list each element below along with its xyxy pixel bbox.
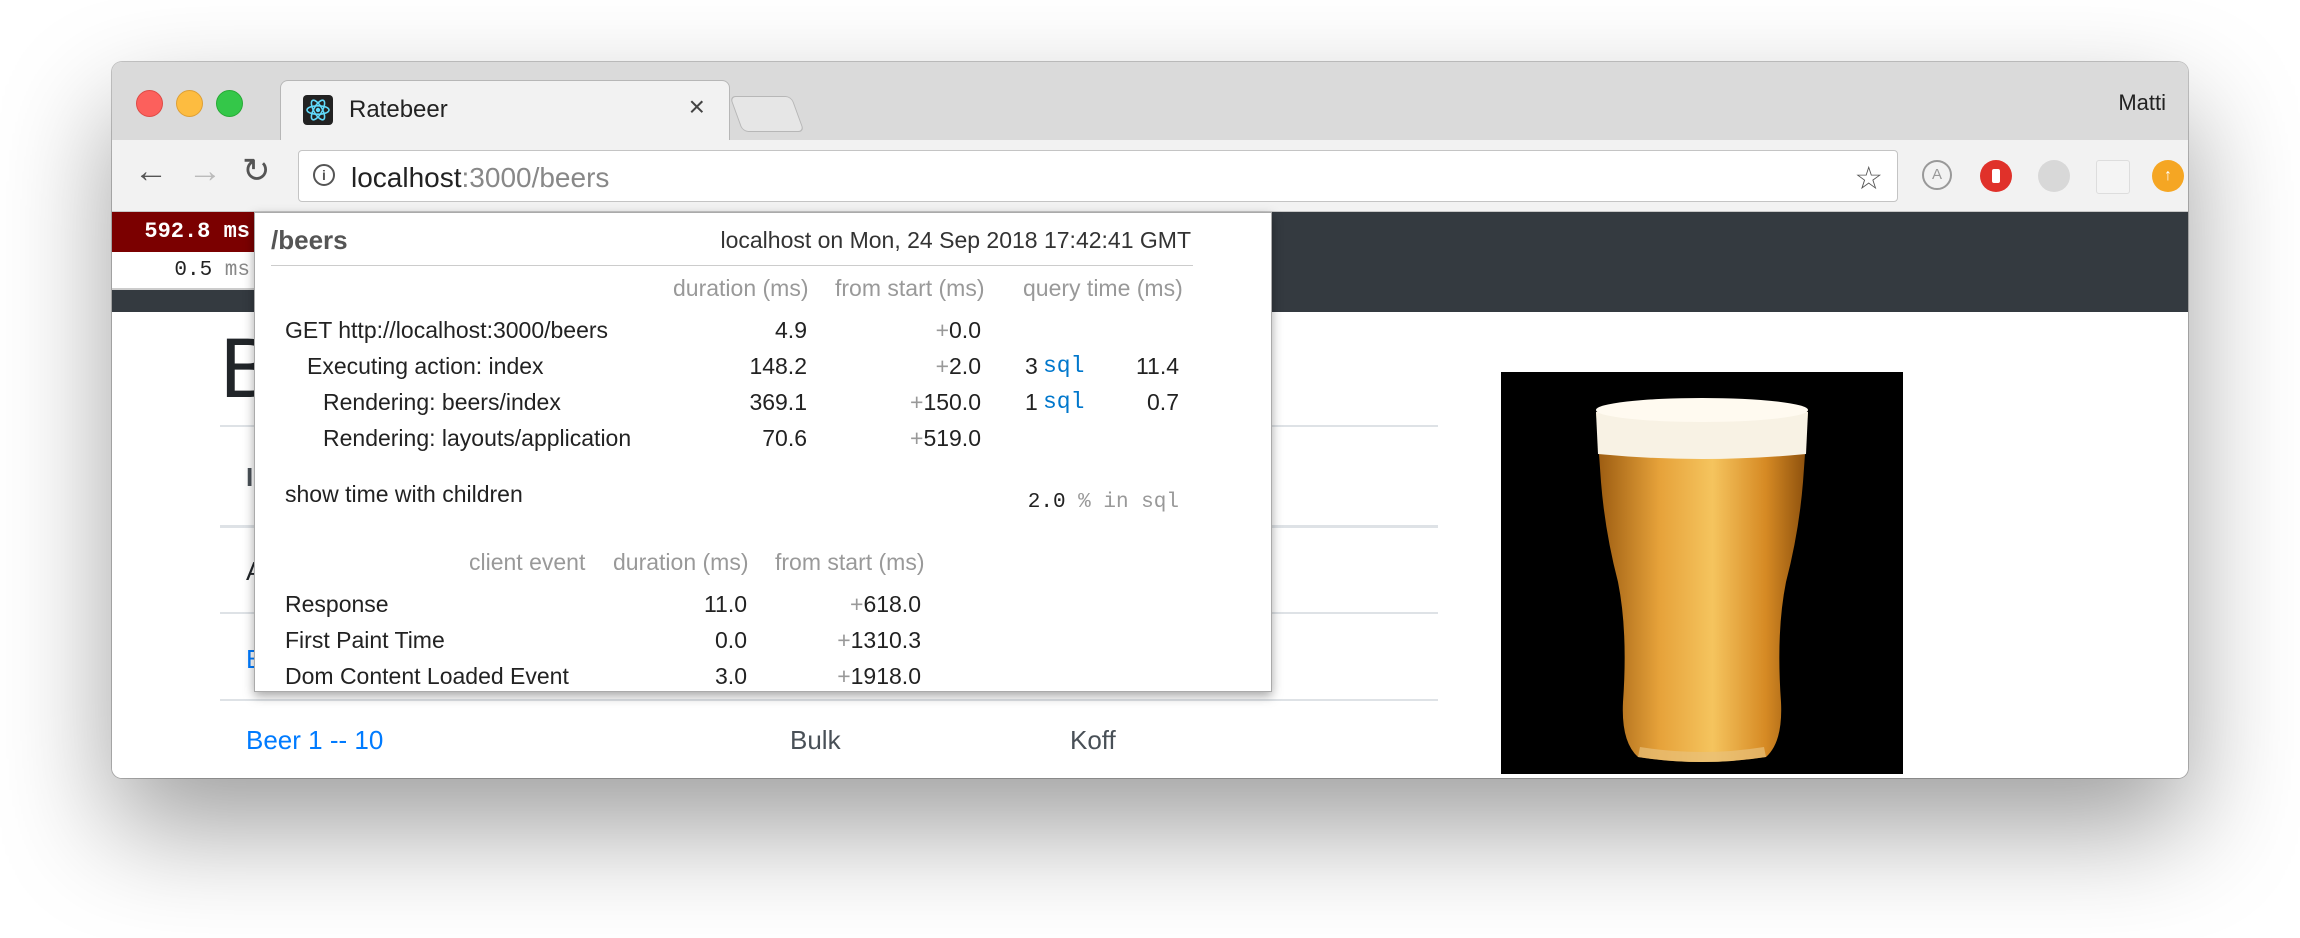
timing-duration: 148.2 <box>749 353 807 379</box>
client-event-start: +1918.0 <box>837 663 921 689</box>
sql-percentage: 2.0 % in sql <box>1027 491 1179 514</box>
client-event-start: +1310.3 <box>837 627 921 653</box>
sql-count: 3 <box>1025 353 1038 379</box>
beer-link-beer-1-10[interactable]: Beer 1 -- 10 <box>246 725 383 756</box>
timing-label: Rendering: layouts/application <box>323 425 632 451</box>
profiler-secondary-time-badge[interactable]: 0.5 ms <box>112 252 260 290</box>
client-event-duration: 11.0 <box>703 591 747 617</box>
close-window-button[interactable] <box>136 90 163 117</box>
browser-window: Ratebeer × Matti ← → ↻ i localhost:3000/… <box>112 62 2188 778</box>
tab-ratebeer[interactable]: Ratebeer × <box>280 80 730 141</box>
beer-style-cell: Bulk <box>790 725 841 755</box>
divider <box>220 699 1438 701</box>
tab-title: Ratebeer <box>349 96 448 123</box>
timing-start: +2.0 <box>935 353 981 379</box>
timing-duration: 4.9 <box>775 317 807 343</box>
client-from-start-header: from start (ms) <box>775 549 925 575</box>
query-time: 11.4 <box>1135 353 1179 379</box>
timing-duration: 70.6 <box>762 425 807 451</box>
tab-strip: Ratebeer × Matti <box>112 62 2188 141</box>
adblock-extension-icon[interactable] <box>1980 160 2012 192</box>
sql-link[interactable]: sql <box>1043 389 1084 415</box>
browser-toolbar: ← → ↻ i localhost:3000/beers ☆ A ↑ <box>112 140 2188 212</box>
client-event-label: Dom Content Loaded Event <box>285 663 569 689</box>
profiler-total-time-badge[interactable]: 592.8 ms <box>112 212 260 252</box>
react-favicon-icon <box>303 95 333 125</box>
timing-start: +0.0 <box>935 317 981 343</box>
profiler-popup: /beers localhost on Mon, 24 Sep 2018 17:… <box>254 212 1272 692</box>
timing-label: Rendering: beers/index <box>323 389 561 415</box>
from-start-header: from start (ms) <box>835 275 985 301</box>
profiler-host-info: localhost on Mon, 24 Sep 2018 17:42:41 G… <box>720 227 1191 253</box>
timing-start: +519.0 <box>910 425 981 451</box>
client-event-duration: 3.0 <box>715 663 747 689</box>
client-event-start: +618.0 <box>850 591 921 617</box>
client-event-duration: 0.0 <box>715 627 747 653</box>
site-info-icon[interactable]: i <box>313 164 335 186</box>
beer-glass-image <box>1501 372 1903 774</box>
update-arrow-icon[interactable]: ↑ <box>2152 160 2184 192</box>
client-event-header: client event <box>469 549 586 575</box>
tab-close-icon[interactable]: × <box>689 93 705 121</box>
url-text[interactable]: localhost:3000/beers <box>351 162 609 194</box>
brewery-cell: Koff <box>1070 725 1116 755</box>
duration-header: duration (ms) <box>673 275 809 301</box>
address-bar[interactable]: i localhost:3000/beers ☆ <box>298 150 1898 202</box>
maximize-window-button[interactable] <box>216 90 243 117</box>
query-time: 0.7 <box>1147 389 1179 415</box>
new-tab-button[interactable] <box>729 96 805 132</box>
sql-link[interactable]: sql <box>1043 353 1084 379</box>
show-time-with-children-link[interactable]: show time with children <box>285 481 523 508</box>
timing-label: GET http://localhost:3000/beers <box>285 317 609 343</box>
timing-start: +150.0 <box>910 389 981 415</box>
reload-icon[interactable]: ↻ <box>242 154 271 188</box>
timing-label: Executing action: index <box>307 353 544 379</box>
bookmark-star-icon[interactable]: ☆ <box>1854 159 1883 197</box>
extension-leaf-icon[interactable] <box>2038 160 2070 192</box>
divider <box>271 265 1193 266</box>
query-time-header: query time (ms) <box>1023 275 1183 301</box>
table-header-cell: I <box>246 462 254 492</box>
client-event-label: Response <box>285 591 389 617</box>
extension-note-icon[interactable] <box>2096 160 2130 194</box>
profile-name[interactable]: Matti <box>2118 90 2166 116</box>
client-event-label: First Paint Time <box>285 627 445 653</box>
profiler-path: /beers <box>271 225 348 255</box>
back-arrow-icon[interactable]: ← <box>134 154 168 188</box>
forward-arrow-icon[interactable]: → <box>188 154 222 188</box>
extension-a-icon[interactable]: A <box>1922 160 1952 190</box>
sql-count: 1 <box>1025 389 1038 415</box>
timing-duration: 369.1 <box>749 389 807 415</box>
client-duration-header: duration (ms) <box>613 549 749 575</box>
minimize-window-button[interactable] <box>176 90 203 117</box>
